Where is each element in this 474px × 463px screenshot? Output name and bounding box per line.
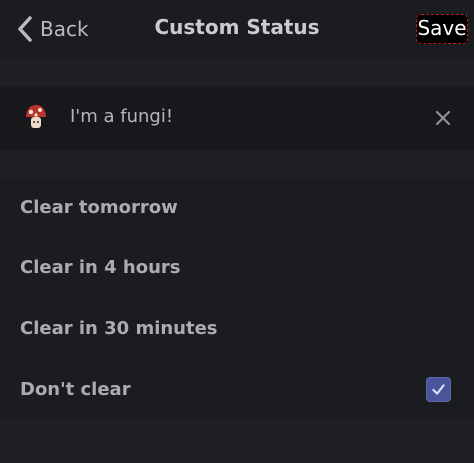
header-bar: Back Custom Status Save [0, 0, 474, 58]
option-label: Don't clear [20, 379, 131, 400]
option-clear-in-4-hours[interactable]: Clear in 4 hours [0, 238, 474, 298]
page-title: Custom Status [154, 15, 320, 39]
close-icon[interactable] [433, 108, 453, 128]
custom-status-text[interactable]: I'm a fungi! [70, 106, 173, 127]
selected-checkbox[interactable] [426, 377, 451, 402]
option-dont-clear[interactable]: Don't clear [0, 360, 474, 420]
checkmark-icon [432, 384, 445, 395]
option-label: Clear in 4 hours [20, 257, 181, 278]
option-label: Clear in 30 minutes [20, 318, 218, 339]
custom-status-field[interactable]: I'm a fungi! [0, 86, 474, 150]
mushroom-icon[interactable] [24, 104, 48, 130]
clear-after-options: Clear tomorrow Clear in 4 hours Clear in… [0, 178, 474, 420]
option-label: Clear tomorrow [20, 197, 178, 218]
option-clear-in-30-minutes[interactable]: Clear in 30 minutes [0, 299, 474, 359]
option-clear-tomorrow[interactable]: Clear tomorrow [0, 178, 474, 238]
save-button[interactable]: Save [416, 14, 468, 44]
